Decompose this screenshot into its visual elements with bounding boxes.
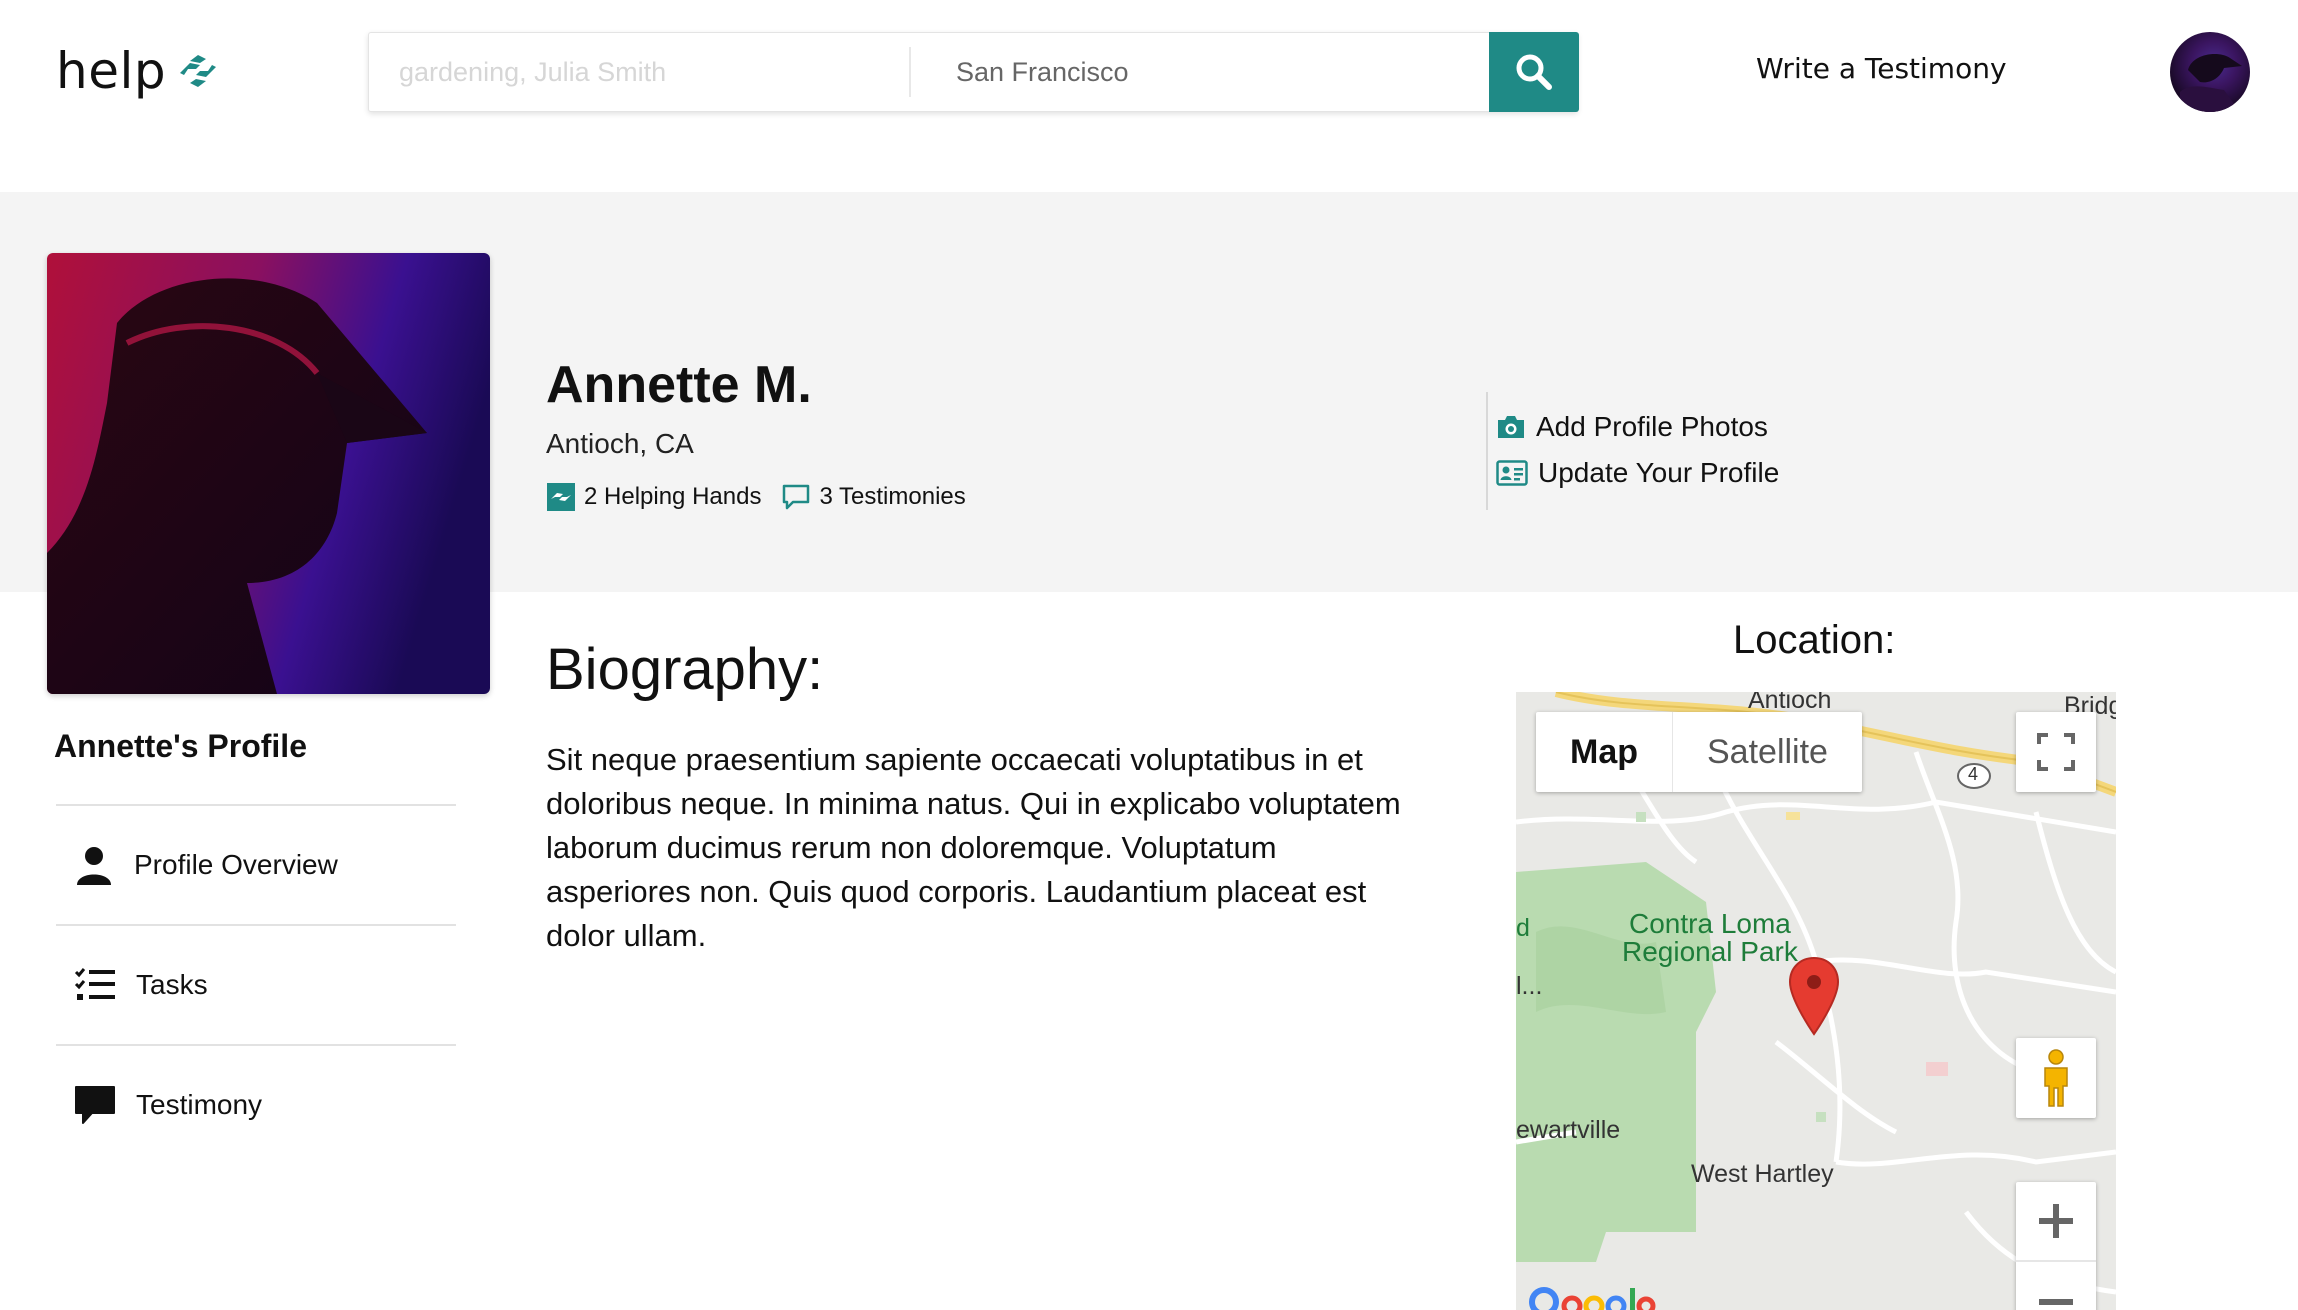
helping-hands-stat: 2 Helping Hands xyxy=(546,482,761,512)
zoom-out-button[interactable] xyxy=(2016,1262,2096,1310)
map-label-west-hartley: West Hartley xyxy=(1691,1160,1834,1188)
actions-divider xyxy=(1486,392,1488,510)
update-profile-link[interactable]: Update Your Profile xyxy=(1496,450,1779,496)
user-avatar[interactable] xyxy=(2170,32,2250,112)
chat-bubble-icon xyxy=(75,1086,115,1124)
google-logo xyxy=(1529,1287,1656,1310)
task-list-icon xyxy=(74,968,115,1000)
location-map[interactable]: Antioch Bridg 4 Contra Loma Regional Par… xyxy=(1516,692,2116,1310)
map-label-left-d: d xyxy=(1516,914,1530,942)
biography-heading: Biography: xyxy=(546,637,824,702)
add-profile-photos-label: Add Profile Photos xyxy=(1536,411,1768,442)
plus-icon xyxy=(2039,1204,2073,1238)
search-button[interactable] xyxy=(1489,32,1579,112)
map-marker-icon xyxy=(1788,956,1840,1036)
sidebar-nav: Profile Overview Tasks Testimony xyxy=(56,804,456,1164)
pegman-icon xyxy=(2044,1049,2068,1107)
map-type-map-button[interactable]: Map xyxy=(1536,712,1673,792)
sidebar-item-label: Tasks xyxy=(136,969,208,1000)
search-bar xyxy=(368,32,1579,112)
search-what-input[interactable] xyxy=(369,33,909,111)
zoom-control xyxy=(2016,1182,2096,1310)
park-line2: Regional Park xyxy=(1622,936,1798,967)
handshake-icon xyxy=(547,483,575,511)
logo-text: help xyxy=(56,42,167,100)
sidebar-item-label: Profile Overview xyxy=(134,849,338,880)
fullscreen-button[interactable] xyxy=(2016,712,2096,792)
profile-photo xyxy=(47,253,490,694)
biography-text: Sit neque praesentium sapiente occaecati… xyxy=(546,742,1401,953)
search-where-input[interactable] xyxy=(911,33,1471,111)
street-view-button[interactable] xyxy=(2016,1038,2096,1118)
minus-icon xyxy=(2039,1299,2073,1305)
add-profile-photos-link[interactable]: Add Profile Photos xyxy=(1496,404,1779,450)
top-bar: help Write a Testimony xyxy=(0,0,2298,192)
sidebar-item-testimony[interactable]: Testimony xyxy=(56,1044,456,1164)
map-type-control: Map Satellite xyxy=(1536,712,1862,792)
comment-icon xyxy=(783,484,810,510)
helping-hands-count: 2 Helping Hands xyxy=(584,483,762,510)
location-heading: Location: xyxy=(1733,618,1896,662)
map-type-satellite-button[interactable]: Satellite xyxy=(1673,712,1862,792)
profile-stats: 2 Helping Hands 3 Testimonies xyxy=(546,482,966,512)
map-label-stewartville: ewartville xyxy=(1516,1116,1621,1144)
handshake-icon xyxy=(180,55,217,87)
sidebar-item-label: Testimony xyxy=(136,1089,263,1120)
sidebar-title: Annette's Profile xyxy=(54,728,307,764)
sidebar-item-tasks[interactable]: Tasks xyxy=(56,924,456,1044)
profile-location: Antioch, CA xyxy=(546,428,694,459)
park-line1: Contra Loma xyxy=(1629,908,1791,939)
sidebar-item-profile-overview[interactable]: Profile Overview xyxy=(56,804,456,924)
fullscreen-icon xyxy=(2037,733,2075,771)
id-card-icon xyxy=(1496,460,1528,486)
map-label-left-l: l... xyxy=(1516,972,1543,1000)
logo[interactable]: help xyxy=(56,42,220,100)
map-label-park: Contra Loma Regional Park xyxy=(1622,910,1798,966)
testimonies-stat: 3 Testimonies xyxy=(781,482,966,512)
profile-name: Annette M. xyxy=(546,356,812,414)
camera-icon xyxy=(1498,416,1524,438)
profile-actions: Add Profile Photos Update Your Profile xyxy=(1496,404,1779,496)
search-icon xyxy=(1516,54,1552,90)
zoom-in-button[interactable] xyxy=(2016,1182,2096,1262)
user-icon xyxy=(77,847,111,885)
testimonies-count: 3 Testimonies xyxy=(819,483,966,510)
map-label-route: 4 xyxy=(1968,764,1979,784)
write-testimony-link[interactable]: Write a Testimony xyxy=(1756,52,2007,85)
update-profile-label: Update Your Profile xyxy=(1538,457,1780,488)
